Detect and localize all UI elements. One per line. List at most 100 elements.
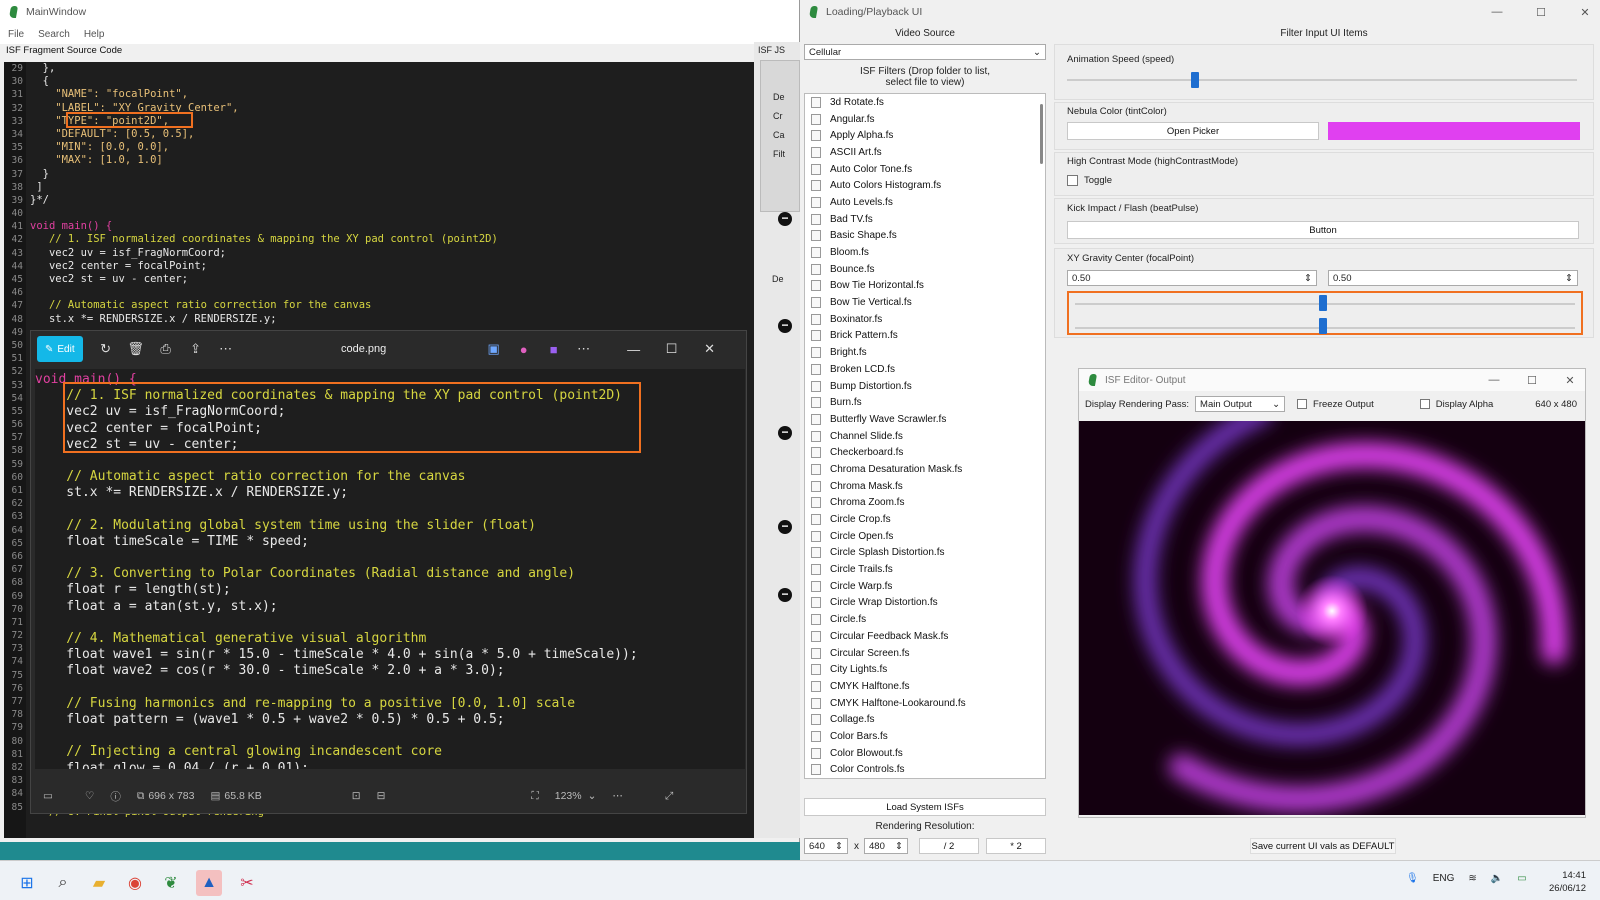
filter-list-item[interactable]: Angular.fs <box>805 111 1045 128</box>
more-icon[interactable]: ⋯ <box>211 336 241 362</box>
filter-list-item[interactable]: Circle Wrap Distortion.fs <box>805 595 1045 612</box>
filter-list-item[interactable]: Bow Tie Vertical.fs <box>805 294 1045 311</box>
filter-list-item[interactable]: CMYK Halftone-Lookaround.fs <box>805 695 1045 712</box>
filter-list-item[interactable]: Bad TV.fs <box>805 211 1045 228</box>
filter-list-item[interactable]: Burn.fs <box>805 394 1045 411</box>
save-default-button[interactable]: Save current UI vals as DEFAULT <box>1250 838 1396 854</box>
side-label-ca[interactable]: Ca <box>773 126 799 145</box>
filter-list-item[interactable]: Circular Feedback Mask.fs <box>805 628 1045 645</box>
filter-list-item[interactable]: Color Controls.fs <box>805 762 1045 779</box>
filter-list-item[interactable]: Bow Tie Horizontal.fs <box>805 278 1045 295</box>
chrome-icon[interactable]: ◉ <box>124 872 146 894</box>
res-width-spinbox[interactable]: 640 ⇕ <box>804 838 848 854</box>
filter-list-item[interactable]: Bump Distortion.fs <box>805 378 1045 395</box>
filmstrip-icon[interactable]: ▭ <box>43 790 53 802</box>
filter-list-item[interactable]: Collage.fs <box>805 711 1045 728</box>
maximize-icon[interactable]: ☐ <box>657 336 687 362</box>
double-resolution-button[interactable]: * 2 <box>986 838 1046 854</box>
fullscreen-icon[interactable]: ⤢ <box>665 790 673 803</box>
maximize-icon[interactable]: ☐ <box>1517 374 1547 387</box>
clipchamp-app-icon[interactable]: ■ <box>539 336 569 362</box>
filter-list-item[interactable]: Auto Color Tone.fs <box>805 161 1045 178</box>
filter-list-item[interactable]: Brick Pattern.fs <box>805 328 1045 345</box>
zoom-level[interactable]: 123% <box>555 790 582 802</box>
freeze-checkbox[interactable] <box>1297 399 1308 409</box>
filter-list-item[interactable]: Color Blowout.fs <box>805 745 1045 762</box>
filter-list-item[interactable]: Bounce.fs <box>805 261 1045 278</box>
filter-list-item[interactable]: Auto Levels.fs <box>805 194 1045 211</box>
minus-icon[interactable]: − <box>778 212 792 226</box>
menu-help[interactable]: Help <box>84 29 105 40</box>
xy-x-spinbox[interactable]: 0.50 ⇕ <box>1067 270 1317 286</box>
filter-list-item[interactable]: Circle Crop.fs <box>805 511 1045 528</box>
rotate-icon[interactable]: ↻ <box>91 336 121 362</box>
filter-list-item[interactable]: Circle Open.fs <box>805 528 1045 545</box>
menu-search[interactable]: Search <box>38 29 70 40</box>
beat-pulse-button[interactable]: Button <box>1067 221 1579 239</box>
filter-list-item[interactable]: Checkerboard.fs <box>805 444 1045 461</box>
video-source-select[interactable]: Cellular ⌄ <box>804 44 1046 60</box>
pass-select[interactable]: Main Output ⌄ <box>1195 396 1286 412</box>
maximize-icon[interactable]: ☐ <box>1526 6 1556 19</box>
filter-list-item[interactable]: Broken LCD.fs <box>805 361 1045 378</box>
snipping-tool-icon[interactable]: ✂ <box>236 872 258 894</box>
loading-window-titlebar[interactable]: Loading/Playback UI — ☐ ✕ <box>800 0 1600 24</box>
language-indicator[interactable]: ENG <box>1433 873 1455 884</box>
xy-x-slider-handle[interactable] <box>1319 295 1327 311</box>
filter-list-item[interactable]: Circle Warp.fs <box>805 578 1045 595</box>
delete-icon[interactable]: 🗑 <box>121 336 151 362</box>
share-icon[interactable]: ⇪ <box>181 336 211 362</box>
filter-list-item[interactable]: Bloom.fs <box>805 244 1045 261</box>
side-label-de-2[interactable]: De <box>772 274 784 284</box>
minimize-icon[interactable]: — <box>1482 6 1512 19</box>
filter-list-item[interactable]: Chroma Zoom.fs <box>805 495 1045 512</box>
file-explorer-icon[interactable]: ▰ <box>88 872 110 894</box>
open-picker-button[interactable]: Open Picker <box>1067 122 1319 140</box>
capture-icon[interactable]: ⊡ <box>352 790 361 802</box>
minimize-icon[interactable]: — <box>1479 374 1509 387</box>
fit-to-window-icon[interactable]: ⛶ <box>531 790 538 803</box>
list-scrollbar[interactable] <box>1040 104 1043 164</box>
filter-list-item[interactable]: Bright.fs <box>805 344 1045 361</box>
minus-icon[interactable]: − <box>778 319 792 333</box>
ocr-icon[interactable]: ⊟ <box>377 790 386 802</box>
edit-button[interactable]: ✎ Edit <box>37 336 83 362</box>
side-label-cr[interactable]: Cr <box>773 107 799 126</box>
minus-icon[interactable]: − <box>778 426 792 440</box>
minus-icon[interactable]: − <box>778 520 792 534</box>
filter-list-item[interactable]: Chroma Mask.fs <box>805 478 1045 495</box>
battery-icon[interactable]: ▭ <box>1517 873 1526 884</box>
close-icon[interactable]: ✕ <box>695 336 725 362</box>
more-apps-icon[interactable]: ⋯ <box>569 336 599 362</box>
filter-list-item[interactable]: Circle Splash Distortion.fs <box>805 545 1045 562</box>
isf-filter-list[interactable]: 3d Rotate.fs Angular.fs Apply Alpha.fs ASCI… <box>804 93 1046 779</box>
filter-list-item[interactable]: Color History.fs <box>805 778 1045 779</box>
filter-list-item[interactable]: Boxinator.fs <box>805 311 1045 328</box>
halve-resolution-button[interactable]: / 2 <box>919 838 979 854</box>
microphone-icon[interactable]: 🎙 <box>1406 873 1419 884</box>
search-icon[interactable]: ⌕ <box>52 872 74 894</box>
windows-start-icon[interactable]: ⊞ <box>16 872 38 894</box>
clock[interactable]: 14:41 26/06/12 <box>1540 869 1586 895</box>
xy-y-slider-handle[interactable] <box>1319 318 1327 334</box>
favorite-heart-icon[interactable]: ♡ <box>85 790 94 802</box>
filter-list-item[interactable]: City Lights.fs <box>805 661 1045 678</box>
anim-speed-slider-handle[interactable] <box>1190 72 1199 88</box>
minus-icon[interactable]: − <box>778 588 792 602</box>
minimize-icon[interactable]: — <box>619 336 649 362</box>
filter-list-item[interactable]: ASCII Art.fs <box>805 144 1045 161</box>
code-text-top[interactable]: }, { "NAME": "focalPoint", "LABEL": "XY … <box>30 62 750 326</box>
filter-list-item[interactable]: Channel Slide.fs <box>805 428 1045 445</box>
filter-list-item[interactable]: Color Bars.fs <box>805 728 1045 745</box>
filter-list-item[interactable]: Basic Shape.fs <box>805 228 1045 245</box>
filter-list-item[interactable]: Butterfly Wave Scrawler.fs <box>805 411 1045 428</box>
xy-y-spinbox[interactable]: 0.50 ⇕ <box>1328 270 1578 286</box>
anim-speed-slider-track[interactable] <box>1067 79 1577 81</box>
photos-icon[interactable]: ▲ <box>196 870 222 896</box>
filter-list-item[interactable]: Auto Colors Histogram.fs <box>805 177 1045 194</box>
tint-color-swatch[interactable] <box>1328 122 1580 140</box>
viewer-image-content[interactable]: void main() { // 1. ISF normalized coord… <box>35 369 745 769</box>
output-render-canvas[interactable] <box>1079 421 1585 815</box>
filter-list-item[interactable]: Chroma Desaturation Mask.fs <box>805 461 1045 478</box>
close-icon[interactable]: ✕ <box>1555 374 1585 387</box>
